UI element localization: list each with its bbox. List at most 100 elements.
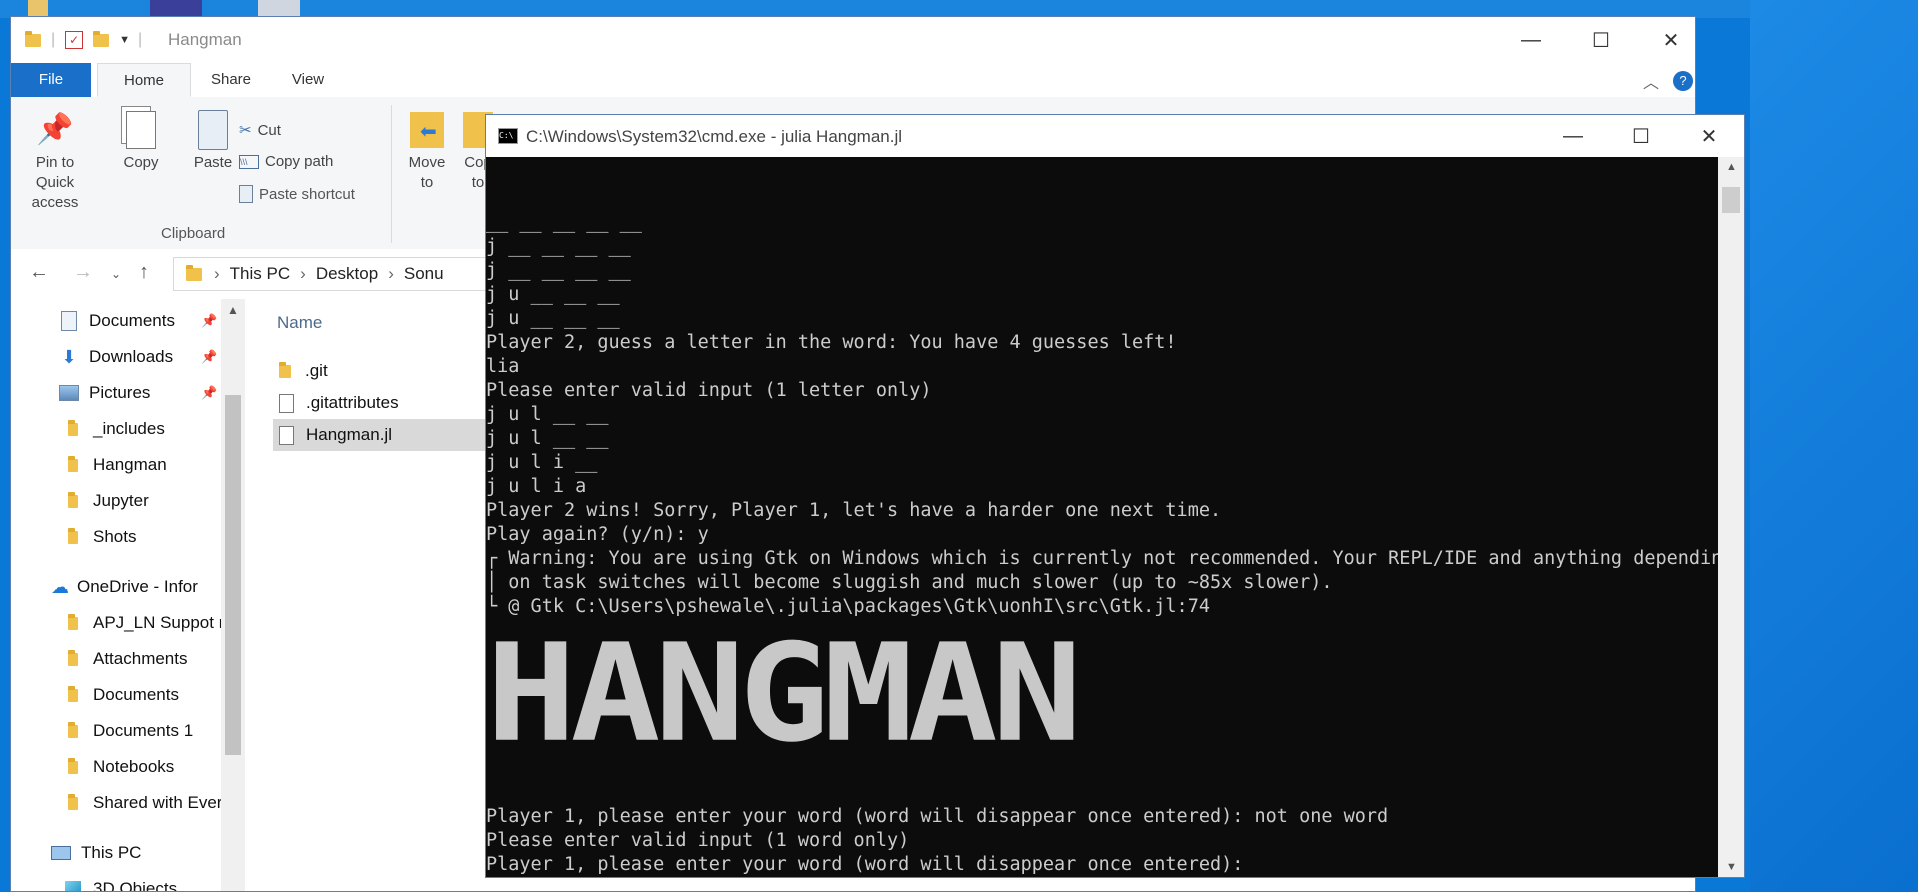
nav-item-label: Shots xyxy=(93,527,137,546)
scrollbar-thumb[interactable] xyxy=(1722,187,1740,213)
breadcrumb-desktop[interactable]: Desktop xyxy=(316,264,378,284)
scroll-up-arrow-icon[interactable]: ▲ xyxy=(1726,161,1737,173)
folder-icon xyxy=(25,30,41,47)
pin-icon[interactable]: 📌 xyxy=(201,385,217,401)
nav-item-notebooks[interactable]: Notebooks xyxy=(63,749,174,785)
downloads-icon: ⬇ xyxy=(61,346,77,367)
console-line: j u l __ __ xyxy=(486,404,609,425)
chevron-right-icon: › xyxy=(214,264,220,283)
nav-item-documents-1[interactable]: Documents 1 xyxy=(63,713,193,749)
column-header-name[interactable]: Name xyxy=(277,313,322,333)
scroll-up-arrow-icon[interactable]: ▲ xyxy=(227,303,239,317)
nav-item-includes[interactable]: _includes xyxy=(63,411,165,447)
pin-icon[interactable]: 📌 xyxy=(201,313,217,329)
nav-item-shots[interactable]: Shots xyxy=(63,519,136,555)
maximize-button[interactable]: ☐ xyxy=(1606,115,1676,157)
nav-item-label: Hangman xyxy=(93,455,167,474)
nav-item-this-pc[interactable]: This PC xyxy=(51,835,141,871)
maximize-button[interactable]: ☐ xyxy=(1573,17,1629,63)
cut-label: Cut xyxy=(257,121,281,139)
console-line: Player 2, guess a letter in the word: Yo… xyxy=(486,332,1177,353)
close-button[interactable]: ✕ xyxy=(1643,17,1695,63)
nav-item-documents-onedrive[interactable]: Documents xyxy=(63,677,179,713)
console-line: __ __ __ __ __ xyxy=(486,212,642,233)
properties-icon[interactable]: ✓ xyxy=(65,31,84,49)
nav-item-downloads[interactable]: ⬇ Downloads xyxy=(59,339,173,375)
window-title: Hangman xyxy=(168,30,242,49)
console-line: Player 2 wins! Sorry, Player 1, let's ha… xyxy=(486,500,1222,521)
nav-item-label: Jupyter xyxy=(93,491,149,510)
chevron-up-icon[interactable]: ︿ xyxy=(1643,69,1659,93)
breadcrumb-this-pc[interactable]: This PC xyxy=(230,264,290,284)
tab-file[interactable]: File xyxy=(11,63,91,97)
nav-item-apj-ln[interactable]: APJ_LN Suppot r xyxy=(63,605,224,641)
copy-path-button[interactable]: \\\ Copy path xyxy=(239,153,333,170)
copy-button[interactable]: Copy xyxy=(111,107,171,173)
nav-item-label: Downloads xyxy=(89,347,174,366)
tab-share[interactable]: Share xyxy=(193,63,269,97)
quick-access-toolbar: | ✓ ▼ | xyxy=(25,29,150,51)
nav-item-label: Documents xyxy=(93,685,179,704)
recent-locations-chevron-icon[interactable]: ⌄ xyxy=(111,267,121,281)
console-warning-line: └ @ Gtk C:\Users\pshewale\.julia\package… xyxy=(486,596,1210,617)
console-line: j __ __ __ __ xyxy=(486,236,631,257)
desktop-light-streak xyxy=(1750,0,1918,892)
file-icon xyxy=(279,425,294,445)
documents-icon xyxy=(59,311,79,331)
navigation-pane: Documents 📌 ⬇ Downloads 📌 Pictures 📌 _in… xyxy=(11,299,224,891)
pictures-icon xyxy=(59,384,79,402)
console-output[interactable]: __ __ __ __ __ j __ __ __ __ j __ __ __ … xyxy=(486,157,1718,877)
console-line: Player 1, please enter your word (word w… xyxy=(486,806,1389,827)
ribbon-tabs: File Home Share View ︿ ? xyxy=(11,63,1695,98)
banner-text: HANGMAN xyxy=(486,639,1082,749)
nav-item-onedrive[interactable]: ☁ OneDrive - Infor xyxy=(47,569,198,605)
nav-item-label: _includes xyxy=(93,419,165,438)
copy-label: Copy xyxy=(123,154,159,171)
paste-button[interactable]: Paste xyxy=(183,107,243,173)
forward-arrow-icon[interactable]: → xyxy=(73,261,93,284)
nav-item-label: Attachments xyxy=(93,649,188,668)
pin-to-quick-access-button[interactable]: 📌 Pin to Quick access xyxy=(15,107,95,213)
help-icon[interactable]: ? xyxy=(1673,71,1693,91)
new-folder-icon[interactable] xyxy=(93,30,110,47)
nav-item-documents[interactable]: Documents xyxy=(59,303,175,339)
console-scrollbar[interactable]: ▲ ▼ xyxy=(1718,157,1744,877)
paste-shortcut-button[interactable]: Paste shortcut xyxy=(239,185,355,203)
nav-item-attachments[interactable]: Attachments xyxy=(63,641,188,677)
explorer-titlebar: | ✓ ▼ | Hangman — ☐ ✕ xyxy=(11,17,1695,63)
breadcrumb-sonu[interactable]: Sonu xyxy=(404,264,444,284)
chevron-down-icon[interactable]: ▼ xyxy=(119,34,130,46)
paste-shortcut-icon xyxy=(239,185,253,203)
back-arrow-icon[interactable]: ← xyxy=(29,261,49,284)
tab-view[interactable]: View xyxy=(273,63,343,97)
navigation-pane-scrollbar[interactable]: ▲ xyxy=(221,299,245,891)
nav-item-label: APJ_LN Suppot r xyxy=(93,613,225,632)
folder-icon xyxy=(63,649,83,668)
console-warning-line: │ on task switches will become sluggish … xyxy=(486,572,1333,593)
cut-button[interactable]: ✂ Cut xyxy=(239,121,281,140)
scrollbar-thumb[interactable] xyxy=(225,395,241,755)
scroll-down-arrow-icon[interactable]: ▼ xyxy=(1726,861,1737,873)
minimize-button[interactable]: — xyxy=(1503,17,1559,63)
nav-item-3d-objects[interactable]: 3D Objects xyxy=(63,871,177,891)
up-arrow-icon[interactable]: ↑ xyxy=(139,261,149,284)
file-item-hangman-jl[interactable]: Hangman.jl xyxy=(273,419,519,451)
folder-icon xyxy=(63,455,83,474)
close-button[interactable]: ✕ xyxy=(1674,115,1744,157)
console-line: j u l i a xyxy=(486,476,587,497)
pin-icon[interactable]: 📌 xyxy=(201,349,217,365)
nav-item-label: Documents 1 xyxy=(93,721,194,740)
folder-icon xyxy=(186,264,202,281)
nav-item-jupyter[interactable]: Jupyter xyxy=(63,483,149,519)
file-item-git[interactable]: .git xyxy=(273,355,328,387)
nav-item-shared-with-everyone[interactable]: Shared with Ever xyxy=(63,785,222,821)
console-warning-line: ┌ Warning: You are using Gtk on Windows … xyxy=(486,548,1718,569)
paste-shortcut-label: Paste shortcut xyxy=(259,185,355,203)
console-line: j u l __ __ xyxy=(486,428,609,449)
folder-icon xyxy=(63,491,83,510)
tab-home[interactable]: Home xyxy=(97,63,191,97)
file-item-gitattributes[interactable]: .gitattributes xyxy=(273,387,399,419)
minimize-button[interactable]: — xyxy=(1538,115,1608,157)
nav-item-hangman[interactable]: Hangman xyxy=(63,447,167,483)
nav-item-pictures[interactable]: Pictures xyxy=(59,375,150,411)
